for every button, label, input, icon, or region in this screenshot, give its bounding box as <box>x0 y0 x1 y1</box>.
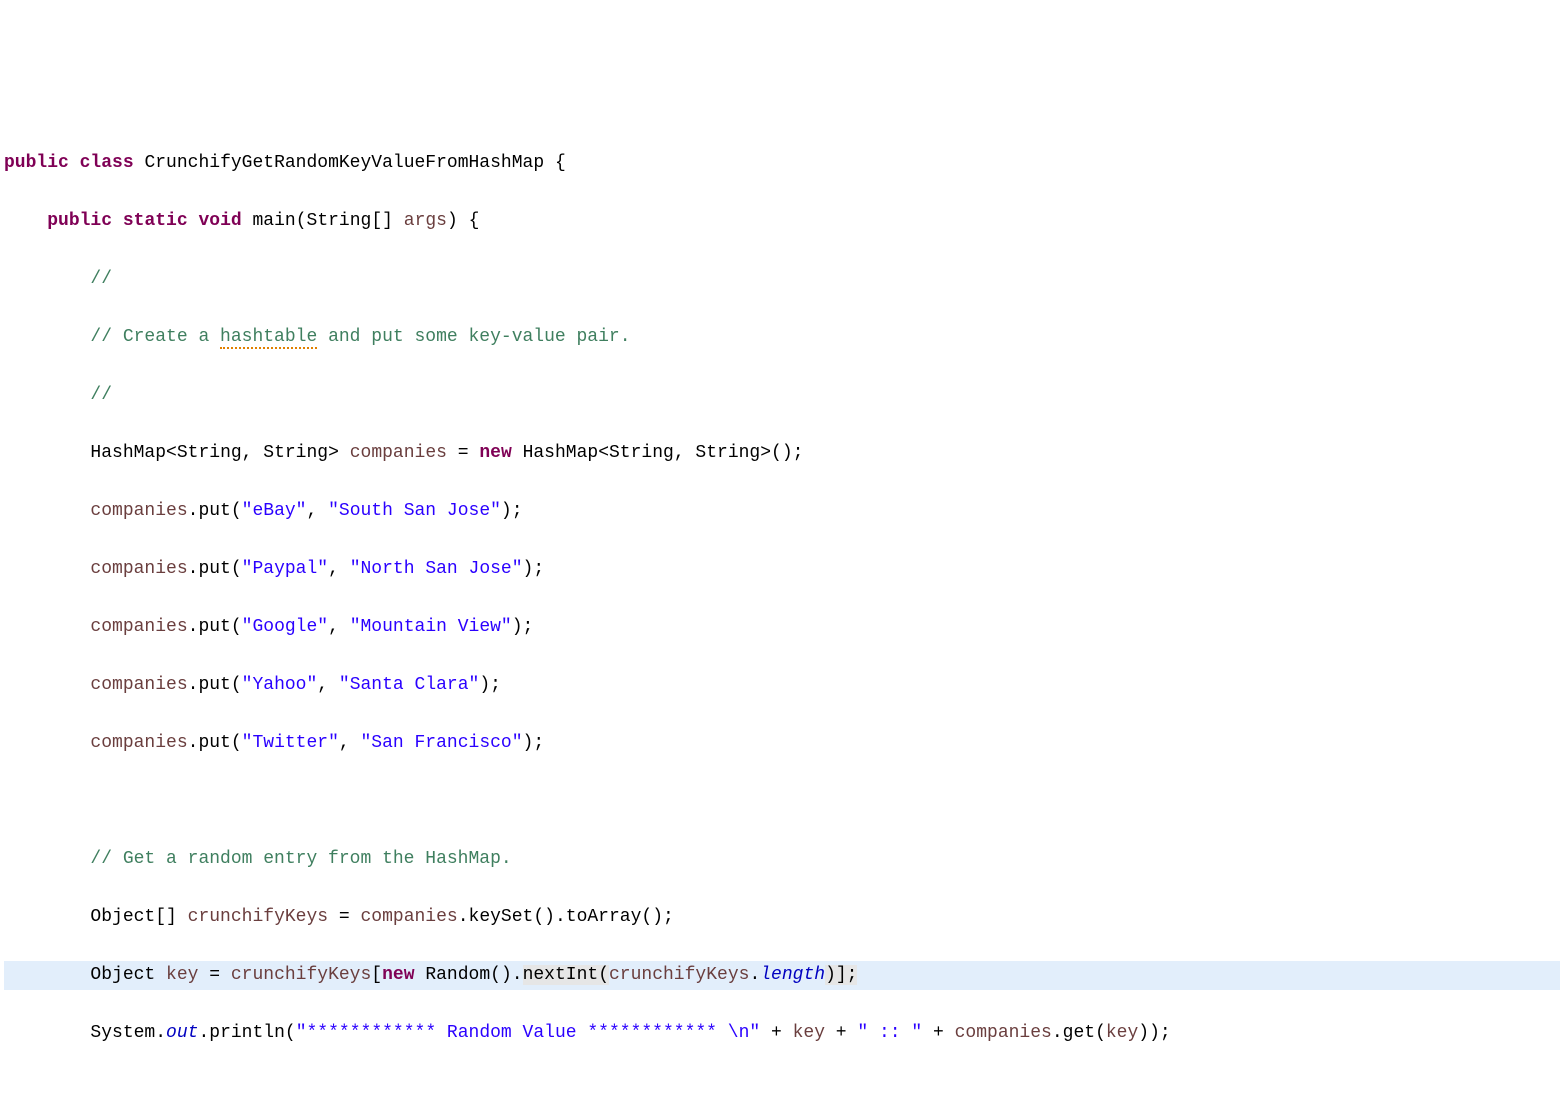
string-literal: "eBay" <box>242 501 307 521</box>
string-literal: "Twitter" <box>242 733 339 753</box>
keyword-new: new <box>382 965 414 985</box>
class-name: CrunchifyGetRandomKeyValueFromHashMap <box>144 153 544 173</box>
var-crunchifykeys: crunchifyKeys <box>188 907 328 927</box>
keyword-class: class <box>80 153 134 173</box>
keyword-public: public <box>4 153 69 173</box>
var-key: key <box>166 965 198 985</box>
string-literal: "Google" <box>242 617 328 637</box>
keyword-new: new <box>479 443 511 463</box>
string-literal: "South San Jose" <box>328 501 501 521</box>
string-literal: "North San Jose" <box>350 559 523 579</box>
method-main: main <box>253 211 296 231</box>
field-out: out <box>166 1023 198 1043</box>
code-line: // Get a random entry from the HashMap. <box>4 845 1560 874</box>
code-line: companies.put("eBay", "South San Jose"); <box>4 497 1560 526</box>
comment: // Create a <box>90 327 220 347</box>
code-line <box>4 787 1560 816</box>
field-length: length <box>760 965 825 985</box>
code-line: companies.put("Paypal", "North San Jose"… <box>4 555 1560 584</box>
string-literal: "Mountain View" <box>350 617 512 637</box>
code-line: HashMap<String, String> companies = new … <box>4 439 1560 468</box>
type-object: Object <box>90 907 155 927</box>
code-line: System.out.println("************ Random … <box>4 1019 1560 1048</box>
code-line: public class CrunchifyGetRandomKeyValueF… <box>4 149 1560 178</box>
method-nextint: nextInt <box>523 965 599 985</box>
code-line: companies.put("Yahoo", "Santa Clara"); <box>4 671 1560 700</box>
method-toarray: toArray <box>566 907 642 927</box>
method-keyset: keySet <box>469 907 534 927</box>
keyword-static: static <box>123 211 188 231</box>
code-line: // <box>4 265 1560 294</box>
keyword-void: void <box>198 211 241 231</box>
code-line <box>4 1077 1560 1106</box>
method-get: get <box>1063 1023 1095 1043</box>
method-println: println <box>209 1023 285 1043</box>
param-args: args <box>404 211 447 231</box>
method-put: put <box>198 501 230 521</box>
comment: // Get a random entry from the HashMap. <box>90 849 511 869</box>
code-line: Object[] crunchifyKeys = companies.keySe… <box>4 903 1560 932</box>
comment: // <box>90 385 112 405</box>
code-line: companies.put("Google", "Mountain View")… <box>4 613 1560 642</box>
type-random: Random <box>425 965 490 985</box>
code-line-highlighted: Object key = crunchifyKeys[new Random().… <box>4 961 1560 990</box>
comment: and put some key-value pair. <box>317 327 630 347</box>
code-line: // Create a hashtable and put some key-v… <box>4 323 1560 352</box>
comment: // <box>90 269 112 289</box>
string-literal: "Yahoo" <box>242 675 318 695</box>
type-string: String <box>307 211 372 231</box>
keyword-public: public <box>47 211 112 231</box>
var-companies: companies <box>350 443 447 463</box>
string-literal: " :: " <box>857 1023 922 1043</box>
string-literal: "Paypal" <box>242 559 328 579</box>
type-object: Object <box>90 965 155 985</box>
code-line: public static void main(String[] args) { <box>4 207 1560 236</box>
string-literal: "************ Random Value ************ … <box>296 1023 760 1043</box>
string-literal: "San Francisco" <box>361 733 523 753</box>
code-editor: public class CrunchifyGetRandomKeyValueF… <box>0 116 1560 1108</box>
spellcheck-warning: hashtable <box>220 327 317 349</box>
code-line: // <box>4 381 1560 410</box>
code-line: companies.put("Twitter", "San Francisco"… <box>4 729 1560 758</box>
string-literal: "Santa Clara" <box>339 675 479 695</box>
type-hashmap: HashMap <box>90 443 166 463</box>
type-system: System <box>90 1023 155 1043</box>
